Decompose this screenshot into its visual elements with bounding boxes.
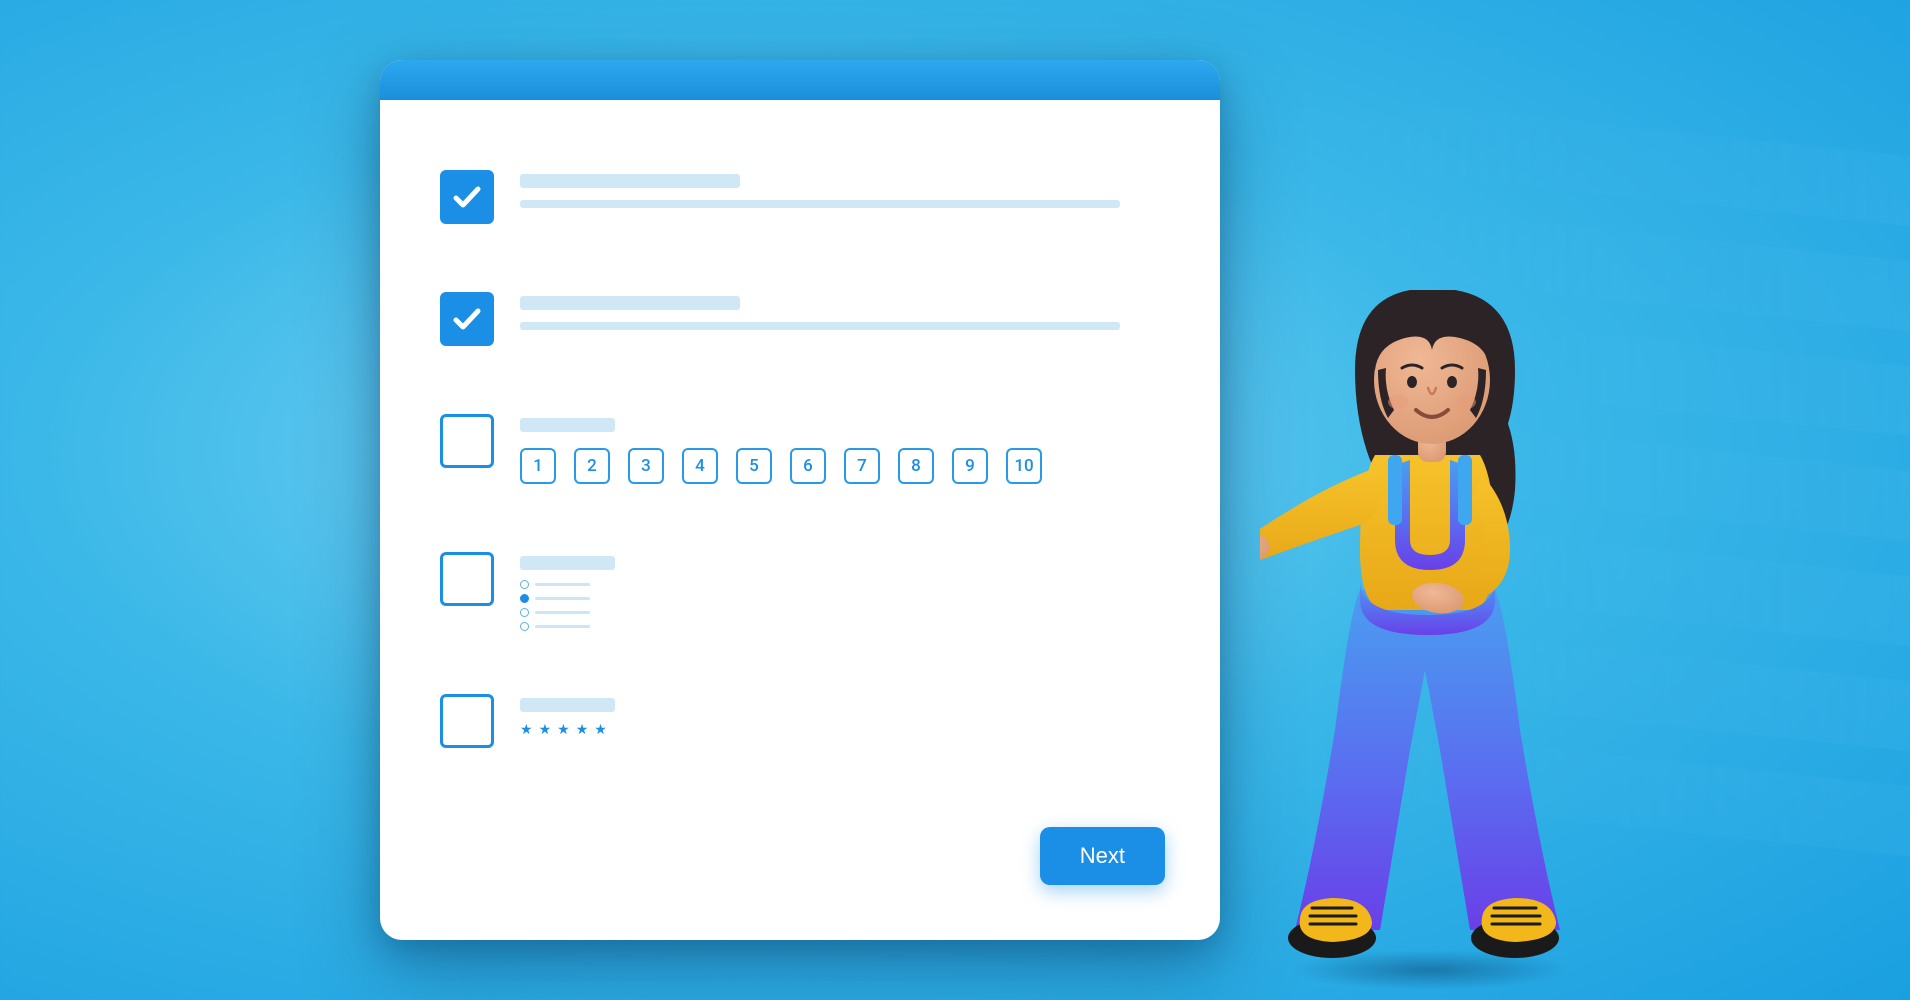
next-button[interactable]: Next [1040,827,1165,885]
rating-scale: 1 2 3 4 5 6 7 8 9 10 [520,448,1160,484]
checkbox-checked[interactable] [440,292,494,346]
question-row-1 [440,170,1160,224]
radio-option[interactable] [520,594,1160,603]
question-row-5: ★ ★ ★ ★ ★ [440,694,1160,748]
star-icon[interactable]: ★ [594,722,609,738]
radio-question [520,552,1160,636]
window-titlebar [380,60,1220,100]
star-rating[interactable]: ★ ★ ★ ★ ★ [520,722,1160,738]
scale-option-1[interactable]: 1 [520,448,556,484]
question-row-3: 1 2 3 4 5 6 7 8 9 10 [440,414,1160,484]
star-icon[interactable]: ★ [557,722,572,738]
scale-option-9[interactable]: 9 [952,448,988,484]
checkmark-icon [449,179,485,215]
star-icon[interactable]: ★ [520,722,535,738]
scale-option-6[interactable]: 6 [790,448,826,484]
question-row-4 [440,552,1160,636]
checkbox-unchecked[interactable] [440,414,494,468]
figure-shadow [1290,950,1570,990]
star-icon[interactable]: ★ [576,722,591,738]
scale-question: 1 2 3 4 5 6 7 8 9 10 [520,414,1160,484]
radio-option[interactable] [520,580,1160,589]
question-text-placeholder [520,170,1160,208]
survey-window: 1 2 3 4 5 6 7 8 9 10 [380,60,1220,940]
survey-content: 1 2 3 4 5 6 7 8 9 10 [380,100,1220,836]
checkbox-checked[interactable] [440,170,494,224]
scale-option-5[interactable]: 5 [736,448,772,484]
scale-option-8[interactable]: 8 [898,448,934,484]
star-question: ★ ★ ★ ★ ★ [520,694,1160,738]
scale-option-3[interactable]: 3 [628,448,664,484]
star-icon[interactable]: ★ [539,722,554,738]
scale-option-7[interactable]: 7 [844,448,880,484]
question-row-2 [440,292,1160,346]
scale-option-4[interactable]: 4 [682,448,718,484]
radio-option[interactable] [520,622,1160,631]
checkbox-unchecked[interactable] [440,694,494,748]
checkmark-icon [449,301,485,337]
scale-option-2[interactable]: 2 [574,448,610,484]
checkbox-unchecked[interactable] [440,552,494,606]
character-svg [1260,250,1600,980]
radio-option[interactable] [520,608,1160,617]
question-text-placeholder [520,292,1160,330]
presenter-illustration [1260,250,1600,980]
scale-option-10[interactable]: 10 [1006,448,1042,484]
radio-group [520,580,1160,631]
